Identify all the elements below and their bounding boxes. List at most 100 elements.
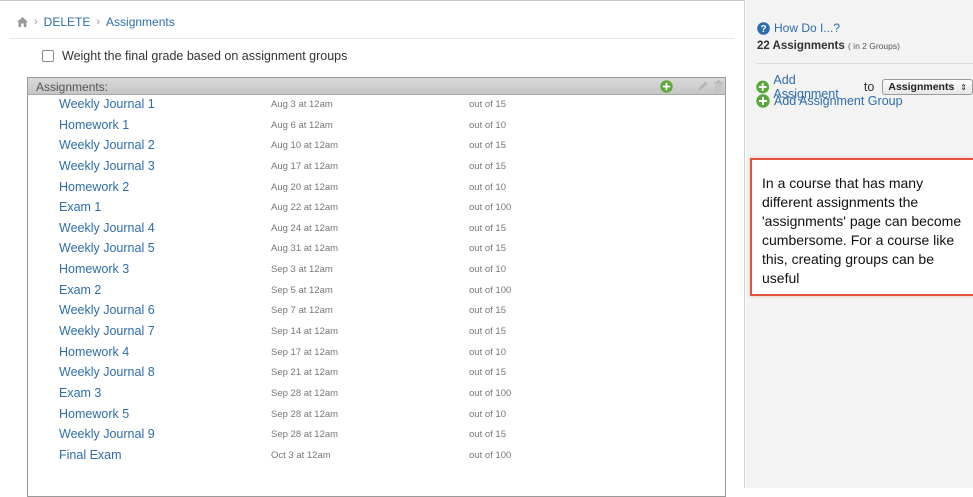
assignment-row: Weekly Journal 2 Aug 10 at 12am out of 15 — [28, 136, 725, 157]
assignment-title-link[interactable]: Homework 4 — [59, 345, 129, 359]
assignment-title-link[interactable]: Homework 5 — [59, 407, 129, 421]
assignment-row: Final Exam Oct 3 at 12am out of 100 — [28, 446, 725, 467]
points-possible: out of 15 — [469, 429, 506, 441]
svg-text:?: ? — [760, 24, 766, 35]
points-possible: out of 15 — [469, 326, 506, 338]
main-content: › DELETE › Assignments Weight the final … — [0, 0, 745, 497]
points-possible: out of 100 — [469, 449, 512, 461]
points-possible: out of 100 — [469, 284, 512, 296]
add-group-row: Add Assignment Group — [756, 94, 903, 108]
due-date: Oct 3 at 12am — [271, 449, 331, 461]
assignment-title-link[interactable]: Homework 2 — [59, 180, 129, 194]
due-date: Sep 7 at 12am — [271, 305, 333, 317]
assignment-group-select-value: Assignments — [888, 81, 955, 93]
points-possible: out of 15 — [469, 305, 506, 317]
assignment-title-link[interactable]: Weekly Journal 7 — [59, 324, 155, 338]
pencil-icon[interactable] — [696, 80, 709, 93]
due-date: Aug 22 at 12am — [271, 202, 339, 214]
assignment-row: Homework 3 Sep 3 at 12am out of 10 — [28, 260, 725, 281]
to-label: to — [863, 80, 875, 94]
help-icon: ? — [757, 21, 770, 35]
sidebar-divider — [756, 63, 973, 64]
due-date: Sep 3 at 12am — [271, 264, 333, 276]
assignment-count-label: 22 Assignments — [757, 40, 845, 52]
due-date: Sep 17 at 12am — [271, 346, 339, 358]
assignment-title-link[interactable]: Weekly Journal 1 — [59, 97, 155, 111]
add-icon — [756, 80, 770, 94]
assignment-title-link[interactable]: Exam 2 — [59, 283, 101, 297]
assignment-title-link[interactable]: Weekly Journal 6 — [59, 303, 155, 317]
assignment-group: Assignments: Weekly Journal 1 Aug 3 at 12… — [27, 77, 726, 497]
assignment-group-select[interactable]: Assignments ⇕ — [882, 79, 973, 95]
assignment-row: Weekly Journal 7 Sep 14 at 12am out of 15 — [28, 322, 725, 343]
weight-label: Weight the final grade based on assignme… — [62, 49, 348, 63]
assignment-list: Weekly Journal 1 Aug 3 at 12am out of 15 Ho… — [28, 95, 725, 467]
trash-icon[interactable] — [712, 80, 725, 93]
points-possible: out of 10 — [469, 119, 506, 131]
assignment-row: Homework 5 Sep 28 at 12am out of 10 — [28, 405, 725, 426]
breadcrumb-divider — [10, 38, 734, 39]
due-date: Sep 14 at 12am — [271, 326, 339, 338]
weight-option: Weight the final grade based on assignme… — [42, 49, 347, 63]
points-possible: out of 10 — [469, 181, 506, 193]
group-count-label: ( in 2 Groups) — [847, 41, 900, 51]
assignment-title-link[interactable]: Weekly Journal 9 — [59, 427, 155, 441]
assignment-row: Weekly Journal 8 Sep 21 at 12am out of 15 — [28, 363, 725, 384]
assignment-row: Exam 3 Sep 28 at 12am out of 100 — [28, 384, 725, 405]
assignment-row: Weekly Journal 5 Aug 31 at 12am out of 15 — [28, 239, 725, 260]
annotation-callout: In a course that has many different assi… — [750, 158, 973, 296]
assignment-title-link[interactable]: Weekly Journal 2 — [59, 138, 155, 152]
assignment-row: Homework 2 Aug 20 at 12am out of 10 — [28, 178, 725, 199]
assignment-title-link[interactable]: Exam 3 — [59, 386, 101, 400]
weight-checkbox[interactable] — [42, 50, 54, 62]
due-date: Sep 5 at 12am — [271, 284, 333, 296]
points-possible: out of 15 — [469, 160, 506, 172]
due-date: Aug 6 at 12am — [271, 119, 333, 131]
assignment-title-link[interactable]: Final Exam — [59, 448, 122, 462]
assignment-title-link[interactable]: Homework 1 — [59, 118, 129, 132]
annotation-text: In a course that has many different assi… — [762, 175, 962, 286]
assignment-count: 22 Assignments ( in 2 Groups) — [757, 40, 900, 52]
points-possible: out of 10 — [469, 264, 506, 276]
home-icon[interactable] — [17, 17, 28, 27]
add-assignment-group-link[interactable]: Add Assignment Group — [774, 94, 903, 108]
select-arrows-icon: ⇕ — [960, 82, 967, 92]
due-date: Aug 31 at 12am — [271, 243, 339, 255]
due-date: Sep 28 at 12am — [271, 408, 339, 420]
assignment-title-link[interactable]: Weekly Journal 5 — [59, 241, 155, 255]
add-icon[interactable] — [660, 80, 673, 93]
due-date: Aug 3 at 12am — [271, 99, 333, 110]
breadcrumb-separator: › — [34, 16, 38, 28]
breadcrumb-course-link[interactable]: DELETE — [44, 15, 91, 29]
assignment-row: Weekly Journal 9 Sep 28 at 12am out of 15 — [28, 425, 725, 446]
due-date: Sep 28 at 12am — [271, 429, 339, 441]
points-possible: out of 100 — [469, 387, 512, 399]
assignment-title-link[interactable]: Weekly Journal 3 — [59, 159, 155, 173]
assignment-title-link[interactable]: Weekly Journal 4 — [59, 221, 155, 235]
breadcrumb-assignments-link[interactable]: Assignments — [106, 15, 175, 29]
assignment-group-title: Assignments: — [36, 80, 109, 94]
assignment-title-link[interactable]: Exam 1 — [59, 200, 101, 214]
assignment-row: Exam 1 Aug 22 at 12am out of 100 — [28, 198, 725, 219]
assignment-title-link[interactable]: Homework 3 — [59, 262, 129, 276]
due-date: Aug 17 at 12am — [271, 160, 339, 172]
assignment-row: Weekly Journal 1 Aug 3 at 12am out of 15 — [28, 95, 725, 116]
points-possible: out of 15 — [469, 222, 506, 234]
due-date: Aug 20 at 12am — [271, 181, 339, 193]
assignment-row: Weekly Journal 6 Sep 7 at 12am out of 15 — [28, 301, 725, 322]
due-date: Sep 21 at 12am — [271, 367, 339, 379]
assignment-group-header: Assignments: — [28, 78, 725, 95]
points-possible: out of 15 — [469, 140, 506, 152]
how-do-i-link[interactable]: ? How Do I...? — [757, 21, 840, 35]
points-possible: out of 100 — [469, 202, 512, 214]
assignment-title-link[interactable]: Weekly Journal 8 — [59, 365, 155, 379]
due-date: Aug 24 at 12am — [271, 222, 339, 234]
due-date: Aug 10 at 12am — [271, 140, 339, 152]
points-possible: out of 10 — [469, 346, 506, 358]
assignment-row: Weekly Journal 4 Aug 24 at 12am out of 15 — [28, 219, 725, 240]
assignment-row: Exam 2 Sep 5 at 12am out of 100 — [28, 281, 725, 302]
breadcrumb: › DELETE › Assignments — [17, 15, 175, 29]
assignment-row: Homework 4 Sep 17 at 12am out of 10 — [28, 343, 725, 364]
due-date: Sep 28 at 12am — [271, 387, 339, 399]
add-icon — [756, 94, 770, 108]
